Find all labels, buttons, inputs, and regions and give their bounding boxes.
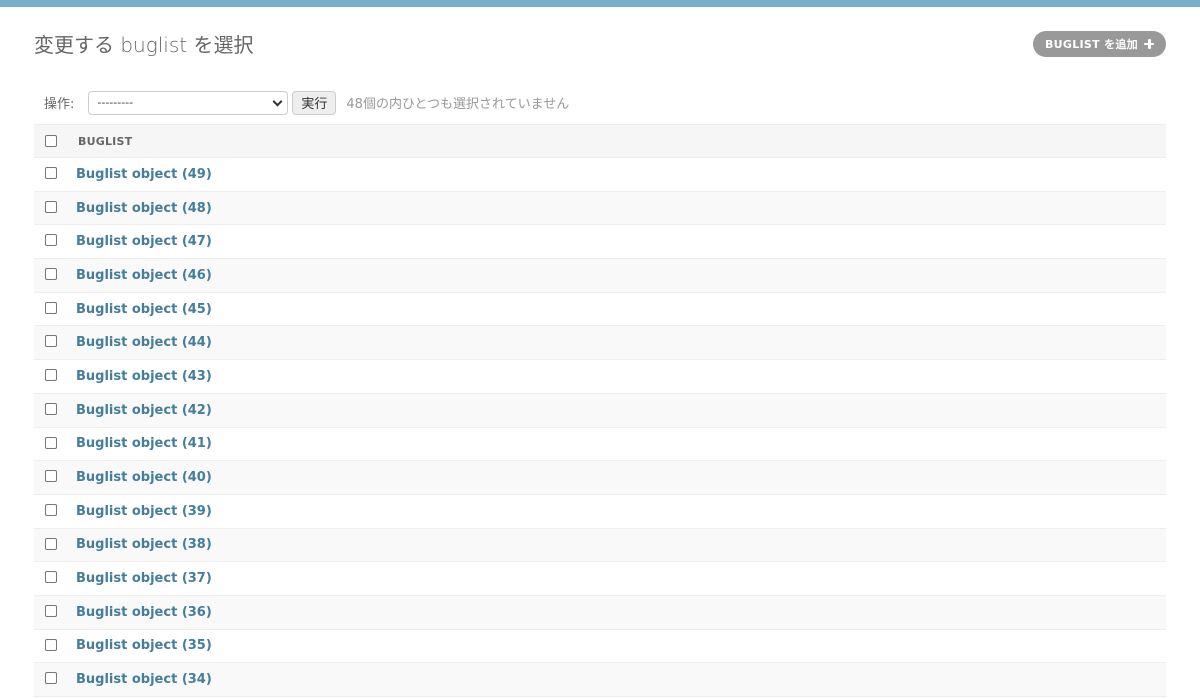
buglist-object-link[interactable]: Buglist object (46) <box>76 268 212 283</box>
select-all-checkbox[interactable] <box>45 135 57 147</box>
table-row: Buglist object (44) <box>34 326 1166 361</box>
row-checkbox[interactable] <box>45 200 57 213</box>
table-row: Buglist object (39) <box>34 495 1166 529</box>
buglist-object-link[interactable]: Buglist object (39) <box>76 504 212 519</box>
row-checkbox[interactable] <box>45 604 57 617</box>
buglist-object-link[interactable]: Buglist object (45) <box>76 302 212 317</box>
table-row: Buglist object (48) <box>34 191 1166 226</box>
selection-count: 48個の内ひとつも選択されていません <box>346 97 570 112</box>
chevron-down-icon <box>272 96 283 107</box>
plus-icon <box>1144 39 1154 49</box>
row-checkbox[interactable] <box>45 268 57 281</box>
buglist-object-link[interactable]: Buglist object (34) <box>76 672 212 687</box>
buglist-object-link[interactable]: Buglist object (40) <box>76 470 212 485</box>
table-row: Buglist object (49) <box>34 158 1166 192</box>
actions-label: 操作: <box>44 97 75 112</box>
table-row: Buglist object (43) <box>34 360 1166 394</box>
table-row: Buglist object (35) <box>34 630 1166 664</box>
top-bar <box>0 0 1200 7</box>
table-row: Buglist object (37) <box>34 562 1166 596</box>
row-checkbox[interactable] <box>45 402 57 415</box>
table-row: Buglist object (45) <box>34 293 1166 327</box>
table-row: Buglist object (38) <box>34 528 1166 563</box>
column-header-buglist[interactable]: BUGLIST <box>78 135 132 148</box>
page-title: 変更する buglist を選択 <box>34 33 254 57</box>
buglist-object-link[interactable]: Buglist object (48) <box>76 201 212 216</box>
page-header: 変更する buglist を選択 BUGLIST を追加 <box>34 7 1166 81</box>
add-buglist-button[interactable]: BUGLIST を追加 <box>1032 31 1166 57</box>
add-buglist-button-label: BUGLIST を追加 <box>1044 38 1138 51</box>
buglist-object-link[interactable]: Buglist object (41) <box>76 436 212 451</box>
buglist-object-link[interactable]: Buglist object (42) <box>76 403 212 418</box>
table-body: Buglist object (49) Buglist object (48) Bu… <box>34 158 1166 697</box>
row-checkbox[interactable] <box>45 234 57 247</box>
row-checkbox[interactable] <box>45 638 57 651</box>
table-row: Buglist object (36) <box>34 595 1166 630</box>
table-row: Buglist object (47) <box>34 225 1166 260</box>
table-row: Buglist object (34) <box>34 663 1166 697</box>
buglist-object-link[interactable]: Buglist object (43) <box>76 369 212 384</box>
row-checkbox[interactable] <box>45 503 57 516</box>
table-row: Buglist object (41) <box>34 428 1166 462</box>
buglist-object-link[interactable]: Buglist object (49) <box>76 167 212 182</box>
row-checkbox[interactable] <box>45 436 57 449</box>
table-row: Buglist object (46) <box>34 259 1166 293</box>
row-checkbox[interactable] <box>45 369 57 382</box>
buglist-object-link[interactable]: Buglist object (36) <box>76 605 212 620</box>
buglist-object-link[interactable]: Buglist object (37) <box>76 571 212 586</box>
row-checkbox[interactable] <box>45 470 57 483</box>
content: 変更する buglist を選択 BUGLIST を追加 操作: -------… <box>34 7 1166 697</box>
action-select[interactable]: --------- <box>88 90 289 115</box>
buglist-object-link[interactable]: Buglist object (47) <box>76 234 212 249</box>
row-checkbox[interactable] <box>45 571 57 584</box>
row-checkbox[interactable] <box>45 672 57 685</box>
table-header: BUGLIST <box>34 125 1166 158</box>
run-action-button[interactable]: 実行 <box>292 90 337 115</box>
action-select-value: --------- <box>97 96 134 109</box>
buglist-object-link[interactable]: Buglist object (38) <box>76 537 212 552</box>
actions-bar: 操作: --------- 実行 48個の内ひとつも選択されていません <box>34 81 1166 124</box>
row-checkbox[interactable] <box>45 537 57 550</box>
row-checkbox[interactable] <box>45 167 57 179</box>
row-checkbox[interactable] <box>45 335 57 348</box>
table-row: Buglist object (40) <box>34 461 1166 495</box>
buglist-object-link[interactable]: Buglist object (35) <box>76 638 212 653</box>
result-table: BUGLIST Buglist object (49) Buglist objec… <box>34 124 1166 697</box>
buglist-object-link[interactable]: Buglist object (44) <box>76 335 212 350</box>
table-row: Buglist object (42) <box>34 393 1166 428</box>
row-checkbox[interactable] <box>45 301 57 314</box>
